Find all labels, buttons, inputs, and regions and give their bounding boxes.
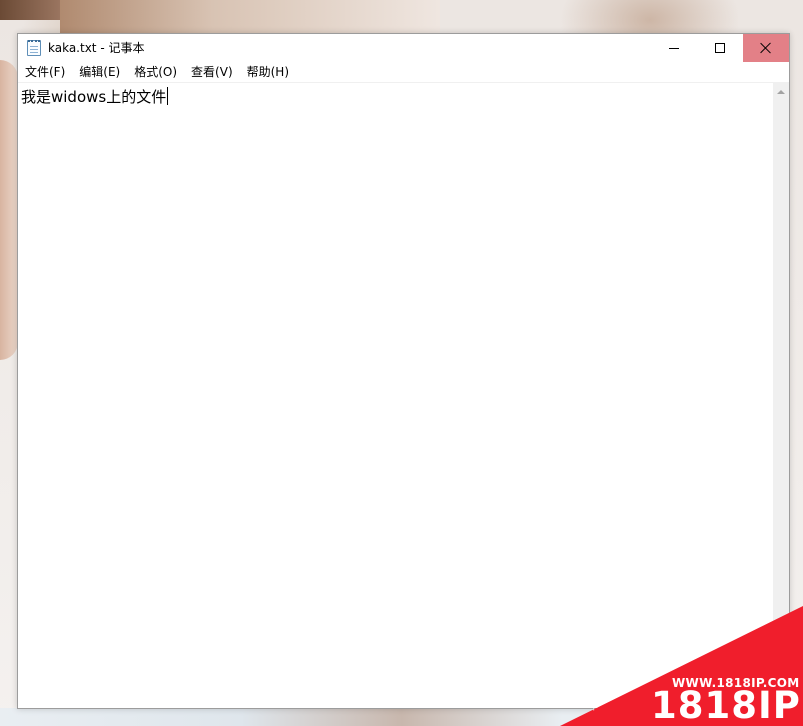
maximize-icon [715, 43, 725, 53]
window-title: kaka.txt - 记事本 [48, 41, 145, 55]
notepad-icon[interactable] [27, 40, 41, 56]
wallpaper-hair [60, 0, 440, 33]
minimize-icon [669, 47, 679, 49]
close-button[interactable] [743, 34, 789, 62]
text-editor[interactable]: 我是widows上的文件 [18, 83, 773, 708]
wallpaper-skin [0, 60, 18, 360]
menu-file[interactable]: 文件(F) [18, 62, 72, 83]
wallpaper-hair-left [0, 0, 60, 20]
watermark-faint-text: http [575, 697, 600, 711]
watermark-logo: 1818IP [651, 684, 801, 726]
arrow-up-icon [777, 89, 785, 94]
title-bar[interactable]: kaka.txt - 记事本 [18, 34, 789, 62]
menu-view[interactable]: 查看(V) [184, 62, 240, 83]
scroll-up-button[interactable] [773, 83, 789, 100]
minimize-button[interactable] [651, 34, 697, 62]
menu-format[interactable]: 格式(O) [127, 62, 184, 83]
menu-bar: 文件(F) 编辑(E) 格式(O) 查看(V) 帮助(H) [18, 62, 789, 83]
maximize-button[interactable] [697, 34, 743, 62]
text-caret [167, 87, 169, 105]
editor-line: 我是widows上的文件 [21, 87, 169, 107]
menu-edit[interactable]: 编辑(E) [72, 62, 127, 83]
close-icon [760, 42, 772, 54]
notepad-window: kaka.txt - 记事本 文件(F) 编辑(E) 格式(O) 查看(V) 帮… [17, 33, 790, 709]
menu-help[interactable]: 帮助(H) [240, 62, 296, 83]
editor-content: 我是widows上的文件 [21, 88, 167, 106]
